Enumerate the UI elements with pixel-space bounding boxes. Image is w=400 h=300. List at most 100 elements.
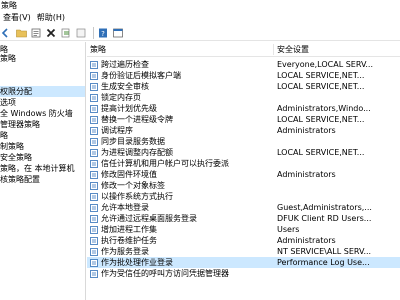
refresh-icon[interactable] <box>75 27 87 39</box>
policy-name: 执行卷维护任务 <box>101 236 157 245</box>
policy-name: 锁定内存页 <box>101 93 141 102</box>
tree-item-local-computer[interactable]: 策略，在 本地计算机 <box>0 163 85 174</box>
menu-bar: 查看(V) 帮助(H) <box>0 11 400 25</box>
table-row[interactable]: 身份验证后模拟客户端 LOCAL SERVICE,NET... <box>87 70 400 81</box>
policy-setting: LOCAL SERVICE,NET... <box>277 115 365 124</box>
tree-item[interactable]: 选项 <box>0 97 85 108</box>
table-row[interactable]: 允许通过远程桌面服务登录 DFUK Client RD Users... <box>87 213 400 224</box>
policy-icon <box>90 83 98 91</box>
policy-setting: LOCAL SERVICE,NET... <box>277 148 365 157</box>
table-row[interactable]: 以操作系统方式执行 <box>87 191 400 202</box>
policy-icon <box>90 149 98 157</box>
policy-list: 策略 安全设置 跨过遍历检查 Everyone,LOCAL SERV... 身份验证… <box>87 42 400 300</box>
policy-setting: LOCAL SERVICE,NET... <box>277 71 365 80</box>
tree-item[interactable]: 策略 <box>0 53 85 64</box>
table-row[interactable]: 替换一个进程级令牌 LOCAL SERVICE,NET... <box>87 114 400 125</box>
vertical-scrollbar[interactable] <box>396 57 400 300</box>
menu-help[interactable]: 帮助(H) <box>34 11 68 25</box>
toolbar: ? <box>0 25 400 41</box>
table-row[interactable]: 同步目录服务数据 <box>87 136 400 147</box>
back-icon[interactable] <box>0 27 12 39</box>
policy-setting: Users <box>277 225 300 234</box>
column-header-policy[interactable]: 策略 <box>90 42 106 57</box>
policy-icon <box>90 61 98 69</box>
tree-item[interactable]: 略 <box>0 130 85 141</box>
policy-name: 身份验证后模拟客户端 <box>101 71 181 80</box>
table-row[interactable]: 增加进程工作集 Users <box>87 224 400 235</box>
table-row[interactable]: 执行卷维护任务 Administrators <box>87 235 400 246</box>
policy-name: 提高计划优先级 <box>101 104 157 113</box>
console-icon[interactable] <box>112 27 124 39</box>
policy-icon <box>90 182 98 190</box>
column-header-setting[interactable]: 安全设置 <box>277 42 309 57</box>
table-row[interactable]: 作为服务登录 NT SERVICE\ALL SERV... <box>87 246 400 257</box>
list-header: 策略 安全设置 <box>87 42 400 57</box>
policy-icon <box>90 105 98 113</box>
policy-setting: Administrators <box>277 126 336 135</box>
tree-item-user-rights[interactable]: 权限分配 <box>0 86 85 97</box>
policy-name: 作为批处理作业登录 <box>101 258 173 267</box>
table-row[interactable]: 为进程调整内存配额 LOCAL SERVICE,NET... <box>87 147 400 158</box>
policy-name: 以操作系统方式执行 <box>101 192 173 201</box>
toolbar-separator <box>93 26 94 39</box>
policy-setting: Administrators <box>277 236 336 245</box>
navigation-tree: 略 策略 权限分配 选项 全 Windows 防火墙 管理器策略 略 制策略 安… <box>0 42 86 300</box>
policy-icon <box>90 193 98 201</box>
policy-name: 生成安全审核 <box>101 82 149 91</box>
policy-setting: Administrators,Windo... <box>277 104 371 113</box>
properties-icon[interactable] <box>30 27 42 39</box>
delete-icon[interactable] <box>45 27 57 39</box>
table-row[interactable]: 允许本地登录 Guest,Administrators,... <box>87 202 400 213</box>
table-row[interactable]: 信任计算机和用户帐户可以执行委派 <box>87 158 400 169</box>
policy-setting: LOCAL SERVICE,NET... <box>277 82 365 91</box>
help-icon[interactable]: ? <box>97 27 109 39</box>
policy-icon <box>90 237 98 245</box>
policy-icon <box>90 94 98 102</box>
policy-setting: Everyone,LOCAL SERV... <box>277 60 374 69</box>
table-row[interactable]: 锁定内存页 <box>87 92 400 103</box>
table-row[interactable]: 修改一个对象标签 <box>87 180 400 191</box>
table-row[interactable]: 生成安全审核 LOCAL SERVICE,NET... <box>87 81 400 92</box>
policy-name: 修改一个对象标签 <box>101 181 165 190</box>
policy-icon <box>90 72 98 80</box>
table-row[interactable]: 作为批处理作业登录 Performance Log Use... <box>87 257 400 268</box>
table-row[interactable]: 调试程序 Administrators <box>87 125 400 136</box>
tree-item-firewall[interactable]: 全 Windows 防火墙 <box>0 108 85 119</box>
policy-name: 允许本地登录 <box>101 203 149 212</box>
table-row[interactable]: 作为受信任的呼叫方访问凭据管理器 <box>87 268 400 279</box>
policy-name: 允许通过远程桌面服务登录 <box>101 214 197 223</box>
svg-text:?: ? <box>101 30 105 38</box>
policy-icon <box>90 160 98 168</box>
menu-view[interactable]: 查看(V) <box>0 11 34 25</box>
policy-name: 信任计算机和用户帐户可以执行委派 <box>101 159 229 168</box>
column-divider[interactable] <box>273 44 274 55</box>
table-row[interactable]: 修改固件环境值 Administrators <box>87 169 400 180</box>
policy-setting: Administrators <box>277 170 336 179</box>
export-icon[interactable] <box>60 27 72 39</box>
table-row[interactable]: 跨过遍历检查 Everyone,LOCAL SERV... <box>87 59 400 70</box>
policy-icon <box>90 204 98 212</box>
tree-item-audit-policy[interactable]: 核策略配置 <box>0 174 85 185</box>
tree-item[interactable]: 安全策略 <box>0 152 85 163</box>
policy-icon <box>90 171 98 179</box>
window-title: 策略 <box>1 1 17 10</box>
policy-icon <box>90 226 98 234</box>
policy-setting: DFUK Client RD Users... <box>277 214 372 223</box>
policy-setting: Guest,Administrators,... <box>277 203 372 212</box>
policy-name: 修改固件环境值 <box>101 170 157 179</box>
policy-name: 同步目录服务数据 <box>101 137 165 146</box>
policy-name: 为进程调整内存配额 <box>101 148 173 157</box>
policy-setting: Performance Log Use... <box>277 258 370 267</box>
policy-name: 作为受信任的呼叫方访问凭据管理器 <box>101 269 229 278</box>
policy-icon <box>90 259 98 267</box>
table-row[interactable]: 提高计划优先级 Administrators,Windo... <box>87 103 400 114</box>
policy-name: 作为服务登录 <box>101 247 149 256</box>
policy-name: 增加进程工作集 <box>101 225 157 234</box>
tree-item[interactable]: 管理器策略 <box>0 119 85 130</box>
tree-item[interactable]: 制策略 <box>0 141 85 152</box>
policy-name: 调试程序 <box>101 126 133 135</box>
policy-icon <box>90 116 98 124</box>
title-bar: 策略 <box>0 0 400 11</box>
policy-icon <box>90 270 98 278</box>
folder-icon[interactable] <box>15 27 27 39</box>
